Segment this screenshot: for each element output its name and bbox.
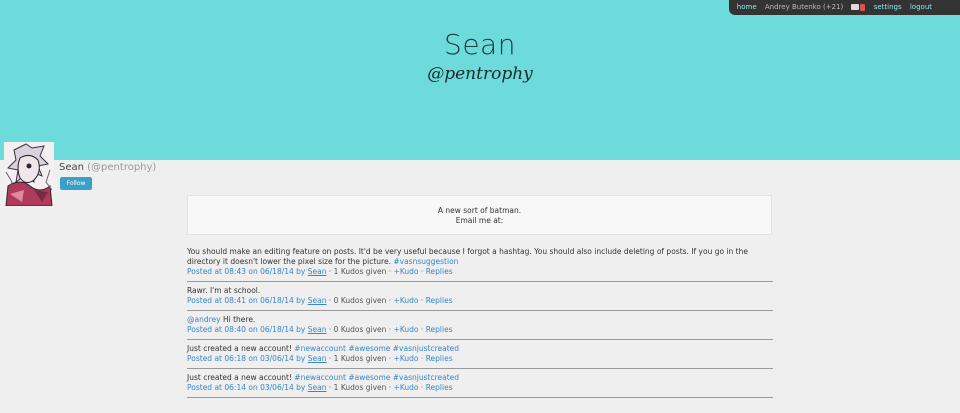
- post-meta: Posted at 08:41 on 06/18/14 by Sean · 0 …: [187, 296, 773, 306]
- nav-user-name[interactable]: Andrey Butenko (+21): [765, 3, 843, 11]
- post-meta: Posted at 06:18 on 03/06/14 by Sean · 1 …: [187, 354, 773, 364]
- post-kudos-count: · 1 Kudos given ·: [328, 267, 392, 276]
- post-kudos-count: · 1 Kudos given ·: [328, 354, 392, 363]
- kudo-button[interactable]: +Kudo: [394, 325, 419, 334]
- post-text: You should make an editing feature on po…: [187, 247, 748, 266]
- post-body: Just created a new account! #newaccount …: [187, 373, 773, 383]
- kudo-button[interactable]: +Kudo: [394, 267, 419, 276]
- post-timestamp: Posted at 08:40 on 06/18/14 by: [187, 325, 306, 334]
- post-author-link[interactable]: Sean: [308, 296, 327, 305]
- post-timestamp: Posted at 06:18 on 03/06/14 by: [187, 354, 306, 363]
- post-text: Just created a new account!: [187, 373, 292, 382]
- kudo-button[interactable]: +Kudo: [394, 296, 419, 305]
- meta-separator: ·: [420, 325, 424, 334]
- nav-home-link[interactable]: home: [737, 3, 757, 11]
- post-hashtags[interactable]: #newaccount #awesome #vasnjustcreated: [294, 373, 459, 382]
- post-kudos-count: · 0 Kudos given ·: [328, 296, 392, 305]
- post-body: @andrey Hi there.: [187, 315, 773, 325]
- post-author-link[interactable]: Sean: [308, 267, 327, 276]
- post-kudos-count: · 0 Kudos given ·: [328, 325, 392, 334]
- post-item: Just created a new account! #newaccount …: [187, 373, 773, 398]
- meta-separator: ·: [420, 267, 424, 276]
- post-author-link[interactable]: Sean: [308, 325, 327, 334]
- post-author-link[interactable]: Sean: [308, 354, 327, 363]
- post-item: Rawr. I'm at school. Posted at 08:41 on …: [187, 286, 773, 311]
- post-text: Hi there.: [222, 315, 256, 324]
- replies-link[interactable]: Replies: [426, 296, 453, 305]
- post-text: Rawr. I'm at school.: [187, 286, 261, 295]
- inbox-icon[interactable]: [851, 4, 860, 10]
- post-meta: Posted at 08:40 on 06/18/14 by Sean · 0 …: [187, 325, 773, 335]
- posts-feed: You should make an editing feature on po…: [187, 247, 773, 402]
- replies-link[interactable]: Replies: [426, 267, 453, 276]
- post-hashtags[interactable]: #newaccount #awesome #vasnjustcreated: [294, 344, 459, 353]
- replies-link[interactable]: Replies: [426, 383, 453, 392]
- post-item: @andrey Hi there. Posted at 08:40 on 06/…: [187, 315, 773, 340]
- replies-link[interactable]: Replies: [426, 354, 453, 363]
- post-timestamp: Posted at 08:41 on 06/18/14 by: [187, 296, 306, 305]
- post-meta: Posted at 06:14 on 03/06/14 by Sean · 1 …: [187, 383, 773, 393]
- post-timestamp: Posted at 08:43 on 06/18/14 by: [187, 267, 306, 276]
- post-body: Just created a new account! #newaccount …: [187, 344, 773, 354]
- post-body: Rawr. I'm at school.: [187, 286, 773, 296]
- kudo-button[interactable]: +Kudo: [394, 354, 419, 363]
- banner-handle: @pentrophy: [427, 64, 533, 84]
- kudo-button[interactable]: +Kudo: [394, 383, 419, 392]
- nav-logout-link[interactable]: logout: [910, 3, 932, 11]
- meta-separator: ·: [420, 354, 424, 363]
- post-hashtags[interactable]: #vasnsuggestion: [393, 257, 458, 266]
- post-author-link[interactable]: Sean: [308, 383, 327, 392]
- bio-line-2: Email me at:: [455, 216, 504, 225]
- avatar-illustration: [4, 142, 54, 206]
- post-item: You should make an editing feature on po…: [187, 247, 773, 282]
- avatar[interactable]: [4, 142, 54, 206]
- post-timestamp: Posted at 06:14 on 03/06/14 by: [187, 383, 306, 392]
- follow-button[interactable]: Follow: [60, 177, 92, 190]
- bio-line-1: A new sort of batman.: [437, 206, 522, 215]
- profile-name: Sean (@pentrophy): [59, 162, 156, 173]
- post-text: Just created a new account!: [187, 344, 292, 353]
- meta-separator: ·: [420, 383, 424, 392]
- post-item: Just created a new account! #newaccount …: [187, 344, 773, 369]
- profile-banner: home Andrey Butenko (+21) settings logou…: [0, 0, 960, 160]
- profile-handle: (@pentrophy): [87, 162, 157, 173]
- meta-separator: ·: [420, 296, 424, 305]
- post-meta: Posted at 08:43 on 06/18/14 by Sean · 1 …: [187, 267, 773, 277]
- top-navigation: home Andrey Butenko (+21) settings logou…: [728, 0, 960, 15]
- post-kudos-count: · 1 Kudos given ·: [328, 383, 392, 392]
- post-mention-link[interactable]: @andrey: [187, 315, 221, 324]
- replies-link[interactable]: Replies: [426, 325, 453, 334]
- profile-display-name: Sean: [59, 162, 84, 173]
- notification-badge-icon[interactable]: [860, 3, 866, 11]
- nav-settings-link[interactable]: settings: [874, 3, 902, 11]
- bio-box: A new sort of batman. Email me at:: [187, 195, 772, 235]
- post-body: You should make an editing feature on po…: [187, 247, 773, 267]
- banner-title: Sean: [444, 28, 516, 61]
